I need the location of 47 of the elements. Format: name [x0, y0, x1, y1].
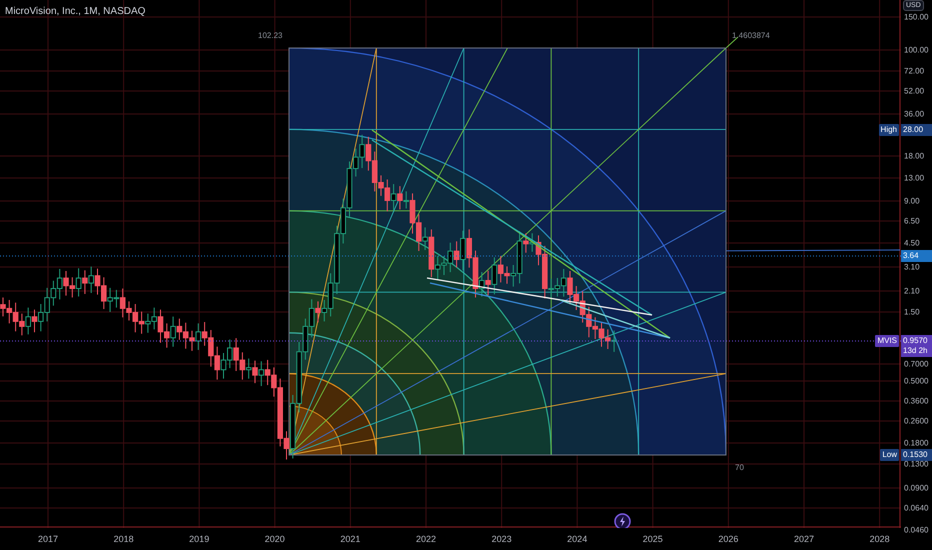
price-tick-label: 9.00	[904, 196, 920, 206]
high-label-tag: High	[878, 124, 899, 136]
low-label-tag: Low	[880, 449, 899, 461]
price-tick-label: 18.00	[904, 152, 924, 160]
year-label: 2022	[416, 534, 436, 544]
price-tick-label: 72.00	[904, 66, 924, 76]
gann-box-label: 102.23	[258, 31, 282, 40]
price-tick-label: 0.1800	[904, 438, 928, 448]
price-tick-label: 0.2600	[904, 416, 928, 426]
year-label: 2027	[794, 534, 814, 544]
last-price-value: 0.9570	[903, 336, 928, 346]
gann-box-label: 1.4603874	[732, 31, 770, 40]
year-label: 2020	[264, 534, 285, 544]
last-label-tag: MVIS	[875, 335, 899, 347]
gann-box-label: 70	[735, 463, 744, 472]
price-tick-label: 100.00	[904, 46, 928, 54]
year-label: 2024	[567, 534, 588, 544]
year-label: 2028	[870, 534, 890, 544]
year-label: 2023	[492, 534, 512, 544]
lightning-icon[interactable]	[614, 513, 631, 528]
high-price-badge: 28.00	[901, 124, 932, 136]
price-tick-label: 1.50	[904, 308, 920, 316]
price-tick-label: 0.5000	[904, 376, 928, 386]
low-price-badge: 0.1530	[901, 449, 932, 461]
year-label: 2017	[38, 534, 58, 544]
price-tick-label: 3.10	[904, 262, 920, 272]
price-tick-label: 2.10	[904, 286, 920, 296]
price-tick-label: 0.7000	[904, 360, 928, 368]
year-label: 2018	[114, 534, 134, 544]
bar-countdown: 13d 2h	[903, 346, 928, 356]
price-tick-label: 52.00	[904, 86, 924, 96]
price-tick-label: 36.00	[904, 110, 924, 118]
price-tick-label: 0.0640	[904, 504, 928, 512]
price-tick-label: 150.00	[904, 12, 928, 22]
year-label: 2026	[718, 534, 738, 544]
price-tick-label: 4.50	[904, 238, 920, 248]
price-tick-label: 0.3600	[904, 396, 928, 406]
price-tick-label: 0.0460	[904, 526, 928, 534]
price-price-badge: 3.64	[901, 250, 932, 262]
price-tick-label: 0.1300	[904, 460, 928, 468]
year-label: 2025	[642, 534, 663, 544]
chart-title: MicroVision, Inc., 1M, NASDAQ	[5, 6, 146, 17]
price-tick-label: 13.00	[904, 174, 924, 182]
price-tick-label: 6.50	[904, 216, 920, 226]
price-tick-label: 0.0900	[904, 484, 928, 492]
year-label: 2021	[340, 534, 360, 544]
year-label: 2019	[189, 534, 210, 544]
